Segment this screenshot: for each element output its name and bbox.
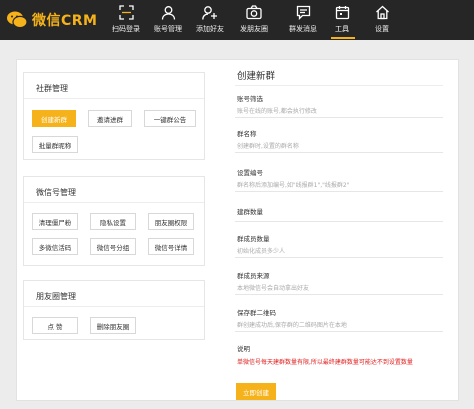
message-icon bbox=[295, 4, 311, 20]
nav-label: 设置 bbox=[375, 25, 389, 33]
home-icon bbox=[374, 4, 390, 20]
account-detail-button[interactable]: 微信号详情 bbox=[148, 238, 194, 255]
field-underline bbox=[235, 117, 443, 118]
add-user-icon bbox=[202, 4, 218, 20]
camera-icon bbox=[246, 4, 262, 20]
calendar-icon bbox=[334, 4, 350, 20]
divider bbox=[235, 85, 443, 86]
nav-item-moments[interactable]: 发朋友圈 bbox=[234, 4, 274, 38]
divider bbox=[24, 306, 204, 307]
form-title: 创建新群 bbox=[237, 71, 276, 82]
privacy-settings-button[interactable]: 隐私设置 bbox=[90, 213, 136, 230]
divider bbox=[24, 202, 204, 203]
field-underline bbox=[235, 221, 443, 222]
nav-item-settings[interactable]: 设置 bbox=[362, 4, 402, 38]
group-name-input[interactable]: 创建群时,设置的群名称 bbox=[237, 141, 299, 150]
nav-item-add-friend[interactable]: 添加好友 bbox=[190, 4, 230, 38]
wechat-logo-icon bbox=[6, 9, 28, 31]
field-label: 设置编号 bbox=[237, 169, 263, 177]
note-label: 说明 bbox=[237, 345, 250, 353]
nav-label: 群发消息 bbox=[289, 25, 317, 33]
nav-item-account[interactable]: 账号管理 bbox=[148, 4, 188, 38]
like-button[interactable]: 点 赞 bbox=[32, 317, 78, 334]
note-warning: 单微信号每天建群数量有限,所以最终建群数量可能达不到设置数量 bbox=[237, 359, 413, 366]
moments-permission-button[interactable]: 朋友圈权限 bbox=[148, 213, 194, 230]
account-group-button[interactable]: 微信号分组 bbox=[90, 238, 136, 255]
create-now-button[interactable]: 立即创建 bbox=[236, 383, 276, 400]
nav-label: 发朋友圈 bbox=[240, 25, 268, 33]
delete-moments-button[interactable]: 删除朋友圈 bbox=[90, 317, 136, 334]
invite-to-group-button[interactable]: 邀请进群 bbox=[88, 110, 132, 127]
logo: 微信CRM bbox=[6, 9, 98, 31]
nav-item-tools[interactable]: 工具 bbox=[322, 4, 362, 38]
nav-item-mass-message[interactable]: 群发消息 bbox=[283, 4, 323, 38]
field-label: 群成员来源 bbox=[237, 272, 270, 280]
field-underline bbox=[235, 294, 443, 295]
divider bbox=[24, 98, 204, 99]
logo-text: 微信CRM bbox=[32, 13, 98, 29]
create-group-button[interactable]: 创建新群 bbox=[32, 110, 76, 127]
nav-label: 账号管理 bbox=[154, 25, 182, 33]
field-label: 保存群二维码 bbox=[237, 309, 276, 317]
field-label: 群名称 bbox=[237, 130, 257, 138]
field-label: 群成员数量 bbox=[237, 235, 270, 243]
member-source-select[interactable]: 本地微信号会自动拿出好友 bbox=[237, 283, 309, 292]
member-count-input[interactable]: 初始化成员多少人 bbox=[237, 246, 285, 255]
qr-scan-icon bbox=[118, 4, 134, 20]
group-count-input[interactable]: 建群数量 bbox=[237, 206, 263, 216]
active-tab-indicator bbox=[331, 37, 355, 39]
group-announcement-button[interactable]: 一键群公告 bbox=[144, 110, 196, 127]
field-underline bbox=[235, 152, 443, 153]
multi-qr-code-button[interactable]: 多微信活码 bbox=[32, 238, 78, 255]
batch-nickname-button[interactable]: 批量群昵称 bbox=[32, 136, 78, 153]
nav-label: 添加好友 bbox=[196, 25, 224, 33]
top-nav-bar: 微信CRM 扫码登录 账号管理 添加好友 发朋友圈 群发消息 工具 设置 bbox=[0, 0, 474, 40]
card-title: 社群管理 bbox=[36, 84, 68, 93]
numbering-input[interactable]: 群名称后添加编号,如"线报群1","线报群2" bbox=[237, 180, 350, 189]
nav-label: 工具 bbox=[335, 25, 349, 33]
save-qr-option[interactable]: 群创建成功后,保存群的二维码图片在本地 bbox=[237, 320, 347, 329]
account-filter-field[interactable]: 账号在线的账号,都会执行修改 bbox=[237, 106, 317, 115]
nav-item-scan-login[interactable]: 扫码登录 bbox=[106, 4, 146, 38]
nav-label: 扫码登录 bbox=[112, 25, 140, 33]
field-label: 账号筛选 bbox=[237, 95, 263, 103]
field-underline bbox=[235, 191, 443, 192]
clean-zombie-fans-button[interactable]: 清理僵尸粉 bbox=[32, 213, 78, 230]
user-icon bbox=[160, 4, 176, 20]
card-title: 朋友圈管理 bbox=[36, 292, 76, 301]
field-underline bbox=[235, 257, 443, 258]
field-underline bbox=[235, 331, 443, 332]
card-title: 微信号管理 bbox=[36, 188, 76, 197]
